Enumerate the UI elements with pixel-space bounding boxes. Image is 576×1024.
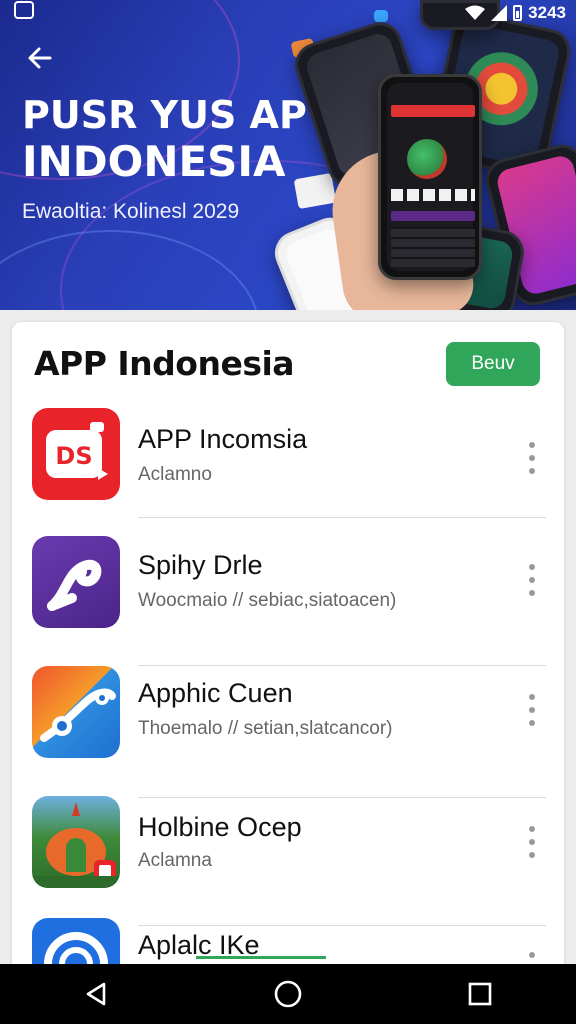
garden-gate-icon xyxy=(32,796,120,888)
battery-icon xyxy=(513,5,523,21)
arrow-left-icon xyxy=(28,47,52,69)
banner-title-line1: PUSR YUS AP xyxy=(22,93,307,137)
more-vert-icon[interactable] xyxy=(522,826,542,858)
app-name: Apphic Cuen xyxy=(138,678,293,708)
section-title: APP Indonesia xyxy=(34,344,295,383)
back-triangle-icon xyxy=(86,982,106,1006)
nav-home-button[interactable] xyxy=(258,964,318,1024)
nav-recents-button[interactable] xyxy=(450,964,510,1024)
hero-banner: 3243 PUSR YUS AP INDONESIA Ewaoltia: Kol… xyxy=(0,0,576,310)
nav-back-button[interactable] xyxy=(66,964,126,1024)
ds-camera-icon: DS xyxy=(32,408,120,500)
wifi-icon xyxy=(465,5,486,20)
blue-bird-icon xyxy=(32,666,120,758)
banner-title: PUSR YUS AP INDONESIA xyxy=(22,93,307,186)
more-vert-icon[interactable] xyxy=(522,442,542,474)
purple-swirl-icon xyxy=(32,536,120,628)
app-list-item[interactable]: Holbine Ocep Aclamna xyxy=(12,796,564,926)
app-name: Holbine Ocep xyxy=(138,812,302,842)
section-action-button[interactable]: Beuv xyxy=(446,342,540,386)
more-vert-icon[interactable] xyxy=(522,564,542,596)
app-name: Spihy Drle xyxy=(138,550,263,580)
status-bar: 3243 xyxy=(0,0,576,26)
app-subtitle: Woocmaio // sebiac,siatoacen) xyxy=(138,590,397,611)
app-notification-icon xyxy=(14,1,34,19)
app-subtitle: Aclamna xyxy=(138,850,212,871)
signal-icon xyxy=(491,5,508,21)
app-subtitle: Aclamno xyxy=(138,464,212,485)
svg-text:DS: DS xyxy=(55,442,92,470)
banner-title-line2: INDONESIA xyxy=(22,136,286,186)
row-divider xyxy=(138,517,546,518)
back-button[interactable] xyxy=(22,40,58,76)
featured-phone xyxy=(378,74,482,280)
app-name: APP Incomsia xyxy=(138,424,308,454)
home-circle-icon xyxy=(274,980,302,1008)
system-nav-bar xyxy=(0,964,576,1024)
scroll-indicator xyxy=(196,956,326,959)
app-list-card: APP Indonesia Beuv DS APP Incomsia Aclam… xyxy=(12,322,564,982)
app-list-item[interactable]: DS APP Incomsia Aclamno xyxy=(12,408,564,536)
status-time: 3243 xyxy=(528,3,566,22)
banner-subtitle: Ewaoltia: Kolinesl 2029 xyxy=(22,200,240,223)
app-subtitle: Thoemalo // setian,slatcancor) xyxy=(138,718,393,739)
app-list-item[interactable]: Apphic Cuen Thoemalo // setian,slatcanco… xyxy=(12,666,564,798)
more-vert-icon[interactable] xyxy=(522,694,542,726)
recents-square-icon xyxy=(468,982,492,1006)
app-list-item[interactable]: Spihy Drle Woocmaio // sebiac,siatoacen) xyxy=(12,536,564,666)
